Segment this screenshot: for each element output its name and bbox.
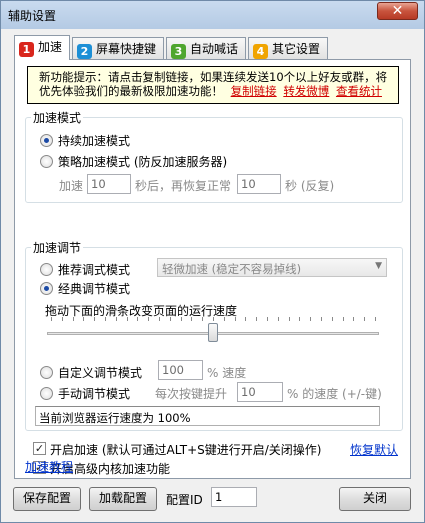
slider-tick — [191, 317, 192, 321]
tab-auto-shout[interactable]: 3 自动喊话 — [166, 37, 246, 59]
classic-mode-label: 经典调节模式 — [58, 282, 131, 296]
slider-tick — [364, 317, 365, 321]
notice-line1: 新功能提示：请点击复制链接，如果连续发送10个以上好友或群，将 — [39, 70, 388, 84]
tab-label: 其它设置 — [272, 42, 321, 56]
slider-tick — [332, 317, 333, 321]
slider-tick — [213, 317, 214, 321]
recommended-mode-radio[interactable] — [40, 263, 53, 276]
slider-tick — [267, 317, 268, 321]
accel-seconds-input[interactable]: 10 — [87, 174, 131, 194]
slider-tick — [353, 317, 354, 321]
continuous-mode-label: 持续加速模式 — [58, 134, 131, 148]
slider-thumb[interactable] — [208, 323, 218, 342]
accel-tune-label: 加速调节 — [31, 239, 84, 256]
enable-accel-label: 开启加速 (默认可通过ALT+S键进行开启/关闭操作) — [50, 443, 322, 457]
slider-tick — [256, 317, 257, 321]
accel-tutorial-link[interactable]: 加速教程 — [25, 458, 73, 475]
tab-label: 屏幕快捷键 — [96, 42, 157, 56]
copy-link[interactable]: 复制链接 — [231, 84, 277, 98]
manual-mode-label: 手动调节模式 — [58, 387, 131, 401]
tab-bar: 1 加速 2 屏幕快捷键 3 自动喊话 4 其它设置 — [14, 35, 344, 60]
accel-mode-label: 加速模式 — [31, 109, 84, 126]
strategy-mode-radio[interactable] — [40, 155, 53, 168]
slider-tick — [375, 317, 376, 321]
slider-tick — [278, 317, 279, 321]
slider-tick — [51, 317, 52, 321]
slider-tick — [148, 317, 149, 321]
recommended-mode-label: 推荐调式模式 — [58, 263, 131, 277]
custom-mode-radio[interactable] — [40, 366, 53, 379]
strategy-mode-label: 策略加速模式 (防反加速服务器) — [58, 155, 228, 169]
load-config-button[interactable]: 加载配置 — [89, 487, 157, 511]
config-id-input[interactable]: 1 — [211, 487, 257, 507]
tab-label: 加速 — [38, 40, 63, 54]
slider-tick — [202, 317, 203, 321]
continuous-mode-radio[interactable] — [40, 134, 53, 147]
custom-speed-input[interactable]: 100 — [158, 360, 203, 380]
accel-prefix-label: 加速 — [59, 179, 84, 193]
custom-suffix-label: % 速度 — [207, 366, 247, 380]
manual-step-input[interactable]: 10 — [237, 382, 283, 402]
slider-tick — [245, 317, 246, 321]
slider-tick — [224, 317, 225, 321]
slider-tick — [105, 317, 106, 321]
notice-line2: 优先体验我们的最新极限加速功能！ 复制链接 转发微博 查看统计 — [39, 84, 382, 98]
tab-screen-hotkeys[interactable]: 2 屏幕快捷键 — [72, 37, 164, 59]
slider-tick — [299, 317, 300, 321]
tab-accelerate[interactable]: 1 加速 — [14, 35, 70, 60]
accel-mid-label: 秒后，再恢复正常 — [135, 179, 232, 193]
restore-default-link[interactable]: 恢复默认 — [350, 441, 398, 458]
restore-seconds-input[interactable]: 10 — [237, 174, 281, 194]
save-config-button[interactable]: 保存配置 — [13, 487, 81, 511]
slider-tick — [94, 317, 95, 321]
slider-tick — [116, 317, 117, 321]
enable-accel-checkbox[interactable]: ✓ — [33, 442, 46, 455]
manual-suffix-label: % 的速度 (+/-键) — [287, 387, 382, 401]
slider-tick — [159, 317, 160, 321]
speed-slider[interactable] — [47, 315, 379, 355]
tab-number-badge: 4 — [253, 44, 268, 59]
feature-notice: 新功能提示：请点击复制链接，如果连续发送10个以上好友或群，将 优先体验我们的最… — [27, 66, 399, 104]
view-stats-link[interactable]: 查看统计 — [336, 84, 382, 98]
manual-mode-radio[interactable] — [40, 387, 53, 400]
recommended-mode-select[interactable]: 轻微加速 (稳定不容易掉线) ▼ — [157, 258, 387, 277]
tab-label: 自动喊话 — [190, 42, 239, 56]
window-body: 1 加速 2 屏幕快捷键 3 自动喊话 4 其它设置 新功能提示：请点击复制链接，如果连… — [8, 29, 417, 517]
window-close-button[interactable]: ✕ — [377, 2, 418, 20]
tab-other-settings[interactable]: 4 其它设置 — [248, 37, 328, 59]
manual-mid-label: 每次按键提升 — [155, 387, 228, 401]
slider-tick — [181, 317, 182, 321]
title-bar: 辅助设置 ✕ — [1, 1, 424, 29]
slider-tick — [343, 317, 344, 321]
tab-number-badge: 1 — [19, 42, 34, 57]
slider-tick — [289, 317, 290, 321]
slider-tick — [62, 317, 63, 321]
accelerate-panel: 新功能提示：请点击复制链接，如果连续发送10个以上好友或群，将 优先体验我们的最… — [14, 59, 411, 479]
classic-mode-radio[interactable] — [40, 282, 53, 295]
recommended-select-value: 轻微加速 (稳定不容易掉线) — [162, 262, 302, 276]
chevron-down-icon: ▼ — [375, 261, 382, 271]
slider-tick — [83, 317, 84, 321]
tab-number-badge: 2 — [77, 44, 92, 59]
forward-weibo-link[interactable]: 转发微博 — [283, 84, 329, 98]
slider-tick — [321, 317, 322, 321]
slider-tick — [170, 317, 171, 321]
accel-suffix-label: 秒 (反复) — [285, 179, 335, 193]
slider-tick — [137, 317, 138, 321]
window-title: 辅助设置 — [8, 9, 57, 23]
settings-window: 辅助设置 ✕ 1 加速 2 屏幕快捷键 3 自动喊话 4 其它设置 新功能提示：请点击复… — [0, 0, 425, 523]
slider-tick — [310, 317, 311, 321]
slider-tick — [235, 317, 236, 321]
custom-mode-label: 自定义调节模式 — [58, 366, 143, 380]
slider-tick — [73, 317, 74, 321]
tab-number-badge: 3 — [171, 44, 186, 59]
close-button[interactable]: 关闭 — [339, 487, 411, 511]
speed-status-box: 当前浏览器运行速度为 100% — [35, 406, 380, 426]
config-id-label: 配置ID — [166, 493, 203, 507]
slider-tick — [127, 317, 128, 321]
